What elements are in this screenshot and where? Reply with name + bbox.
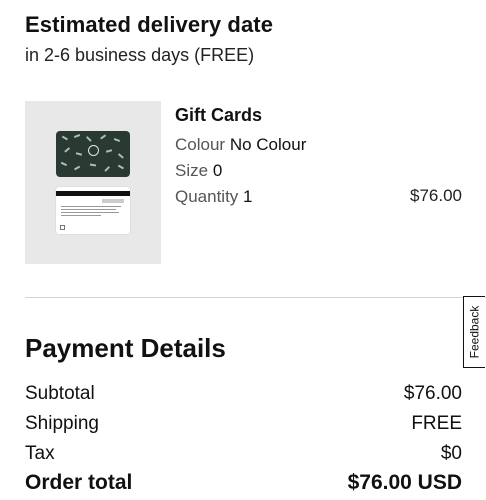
gift-card-front-image: [56, 131, 130, 177]
order-total-value: $76.00 USD: [347, 471, 462, 494]
section-divider: [25, 297, 486, 298]
tax-value: $0: [440, 443, 462, 464]
subtotal-value: $76.00: [403, 383, 462, 404]
product-colour: Colour No Colour: [175, 135, 306, 155]
product-image: [25, 101, 161, 264]
subtotal-label: Subtotal: [25, 383, 95, 404]
size-value: 0: [212, 161, 223, 180]
product-price: $76.00: [410, 186, 462, 205]
colour-value: No Colour: [229, 135, 307, 154]
tax-label: Tax: [25, 443, 55, 464]
feedback-tab[interactable]: Feedback: [463, 296, 485, 368]
order-total-row: Order total $76.00 USD: [25, 471, 462, 495]
shipping-label: Shipping: [25, 413, 99, 434]
size-label: Size: [175, 161, 209, 180]
shipping-row: Shipping FREE: [25, 413, 462, 435]
product-name[interactable]: Gift Cards: [175, 105, 262, 126]
colour-label: Colour: [175, 135, 226, 154]
quantity-value: 1: [243, 187, 253, 206]
delivery-title: Estimated delivery date: [25, 12, 274, 37]
payment-details-title: Payment Details: [25, 333, 226, 363]
shipping-value: FREE: [411, 413, 462, 434]
order-total-label: Order total: [25, 471, 133, 494]
delivery-subtitle: in 2-6 business days (FREE): [25, 45, 255, 65]
product-size: Size 0: [175, 161, 222, 181]
quantity-label: Quantity: [175, 187, 239, 206]
tax-row: Tax $0: [25, 443, 462, 465]
brand-logo-icon: [88, 145, 99, 156]
gift-card-back-image: [56, 187, 130, 234]
feedback-label: Feedback: [467, 305, 482, 359]
subtotal-row: Subtotal $76.00: [25, 383, 462, 405]
product-quantity: Quantity 1: [175, 187, 253, 207]
